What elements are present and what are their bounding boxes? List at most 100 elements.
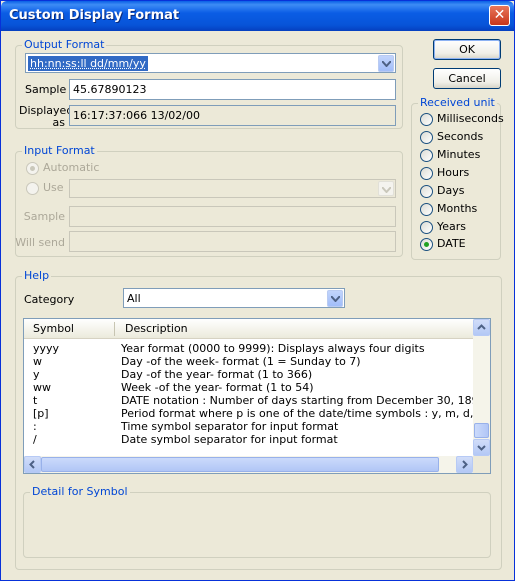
category-dropdown-button[interactable] xyxy=(327,290,343,307)
scroll-left-button[interactable] xyxy=(24,456,41,473)
unit-option-label: DATE xyxy=(437,237,466,250)
list-item[interactable]: w Day -of the week- format (1 = Sunday to… xyxy=(24,355,473,368)
category-value: All xyxy=(127,292,141,305)
symbol-cell: t xyxy=(33,394,38,407)
radio-circle-icon xyxy=(420,167,433,180)
close-icon: ✕ xyxy=(493,7,506,23)
description-cell: Period format where p is one of the date… xyxy=(121,407,473,420)
description-cell: Week -of the year- format (1 to 54) xyxy=(121,381,314,394)
unit-option-label: Milliseconds xyxy=(437,112,504,125)
symbol-cell: : xyxy=(33,420,37,433)
input-use-dropdown-button[interactable] xyxy=(378,181,394,196)
output-format-value: hh:nn:ss:ll dd/mm/yy xyxy=(28,56,148,71)
radio-circle-icon xyxy=(26,182,39,195)
symbol-cell: [p] xyxy=(33,407,49,420)
description-cell: Day -of the week- format (1 = Sunday to … xyxy=(121,355,361,368)
column-divider[interactable] xyxy=(114,322,115,336)
chevron-down-icon xyxy=(477,445,486,451)
will-send-field[interactable] xyxy=(69,231,396,252)
list-item[interactable]: [p] Period format where p is one of the d… xyxy=(24,407,473,420)
output-format-combo[interactable]: hh:nn:ss:ll dd/mm/yy xyxy=(25,53,396,73)
unit-option-label: Seconds xyxy=(437,130,484,143)
output-sample-label: Sample xyxy=(25,83,67,96)
unit-option-label: Months xyxy=(437,202,478,215)
unit-option-label: Days xyxy=(437,184,465,197)
detail-for-symbol-legend: Detail for Symbol xyxy=(30,485,130,498)
input-sample-label: Sample xyxy=(23,210,65,223)
displayed-as-value: 16:17:37:066 13/02/00 xyxy=(73,109,201,122)
list-item[interactable]: : Time symbol separator for input format xyxy=(24,420,473,433)
cancel-button-label: Cancel xyxy=(448,72,486,85)
detail-for-symbol-group: Detail for Symbol xyxy=(23,485,491,558)
description-cell: Day -of the year- format (1 to 366) xyxy=(121,368,313,381)
output-format-legend: Output Format xyxy=(22,38,107,51)
received-unit-legend: Received unit xyxy=(418,96,497,109)
description-cell: Time symbol separator for input format xyxy=(121,420,339,433)
column-header-symbol[interactable]: Symbol xyxy=(33,322,74,335)
cancel-button[interactable]: Cancel xyxy=(433,68,501,89)
symbol-cell: / xyxy=(33,433,37,446)
chevron-down-icon xyxy=(382,187,391,193)
chevron-down-icon xyxy=(331,296,340,302)
category-label: Category xyxy=(24,293,75,306)
chevron-down-icon xyxy=(382,61,391,67)
chevron-right-icon xyxy=(462,460,468,469)
scroll-down-button[interactable] xyxy=(473,439,490,456)
close-button[interactable]: ✕ xyxy=(489,5,510,26)
input-format-legend: Input Format xyxy=(22,144,97,157)
unit-option-label: Hours xyxy=(437,166,470,179)
horizontal-scroll-thumb[interactable] xyxy=(41,457,439,472)
scrollbar-corner xyxy=(473,456,490,473)
input-sample-field[interactable] xyxy=(69,206,396,227)
radio-circle-icon xyxy=(420,203,433,216)
title-bar[interactable]: Custom Display Format ✕ xyxy=(1,1,514,31)
list-item[interactable]: ww Week -of the year- format (1 to 54) xyxy=(24,381,473,394)
radio-circle-icon xyxy=(420,221,433,234)
scroll-right-button[interactable] xyxy=(456,456,473,473)
horizontal-scrollbar[interactable] xyxy=(24,456,473,473)
scroll-up-button[interactable] xyxy=(473,319,490,336)
chevron-up-icon xyxy=(477,324,486,330)
input-automatic-label: Automatic xyxy=(43,161,100,174)
ok-button-label: OK xyxy=(459,43,475,56)
will-send-label: Will send xyxy=(15,236,65,249)
list-item[interactable]: yyyy Year format (0000 to 9999): Displays… xyxy=(24,342,473,355)
output-format-dropdown-button[interactable] xyxy=(378,55,394,72)
radio-circle-icon xyxy=(420,113,433,126)
list-item[interactable]: t DATE notation : Number of days starting… xyxy=(24,394,473,407)
chevron-left-icon xyxy=(29,460,35,469)
output-sample-value: 45.67890123 xyxy=(73,83,147,96)
list-item[interactable]: / Date symbol separator for input format xyxy=(24,433,473,446)
radio-circle-icon xyxy=(420,131,433,144)
dialog-title: Custom Display Format xyxy=(9,8,180,23)
symbol-list[interactable]: Symbol Description yyyy Year format (0000… xyxy=(23,318,491,474)
symbol-cell: yyyy xyxy=(33,342,60,355)
input-use-combo[interactable] xyxy=(69,179,396,198)
description-cell: Date symbol separator for input format xyxy=(121,433,338,446)
symbol-cell: w xyxy=(33,355,42,368)
received-unit-group: Received unit Milliseconds Seconds Minut… xyxy=(411,96,504,260)
radio-circle-icon xyxy=(420,185,433,198)
unit-option-label: Years xyxy=(437,220,467,233)
radio-checked-icon xyxy=(26,162,39,175)
radio-circle-icon xyxy=(420,149,433,162)
symbol-cell: y xyxy=(33,368,40,381)
input-use-label: Use xyxy=(43,181,64,194)
column-header-description[interactable]: Description xyxy=(125,322,188,335)
custom-display-format-dialog: Custom Display Format ✕ Output Format hh… xyxy=(0,0,515,581)
vertical-scrollbar[interactable] xyxy=(473,319,490,456)
description-cell: Year format (0000 to 9999): Displays alw… xyxy=(121,342,425,355)
description-cell: DATE notation : Number of days starting … xyxy=(121,394,473,407)
category-combo[interactable]: All xyxy=(123,288,345,308)
list-item[interactable]: y Day -of the year- format (1 to 366) xyxy=(24,368,473,381)
output-sample-field[interactable]: 45.67890123 xyxy=(69,79,396,100)
symbol-list-header: Symbol Description xyxy=(24,319,473,339)
unit-option-label: Minutes xyxy=(437,148,481,161)
displayed-as-field: 16:17:37:066 13/02/00 xyxy=(69,105,396,126)
displayed-as-label-line2: as xyxy=(52,116,65,129)
vertical-scroll-thumb[interactable] xyxy=(474,423,489,438)
radio-checked-icon xyxy=(420,238,433,251)
ok-button[interactable]: OK xyxy=(433,39,501,60)
help-legend: Help xyxy=(22,269,52,282)
symbol-cell: ww xyxy=(33,381,51,394)
